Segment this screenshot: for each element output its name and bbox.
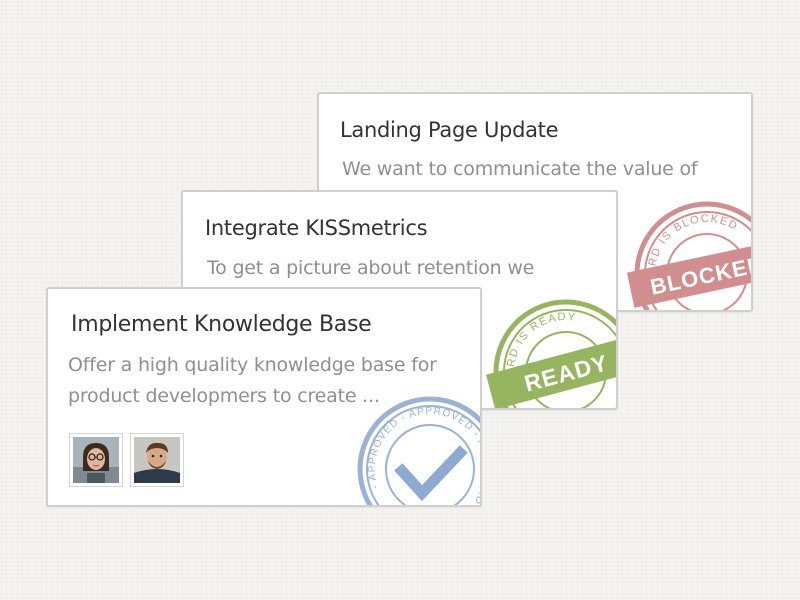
avatar-man-icon[interactable] xyxy=(130,433,184,487)
checkmark-icon xyxy=(394,445,468,502)
card-implement-knowledge-base[interactable]: Implement Knowledge Base Offer a high qu… xyxy=(46,287,482,507)
avatar-woman-icon[interactable] xyxy=(69,433,123,487)
card-description: We want to communicate the value of xyxy=(342,158,698,180)
card-title: Integrate KISSmetrics xyxy=(205,216,428,240)
ready-stamp-icon: CARD IS READY READY xyxy=(486,292,616,408)
card-title: Landing Page Update xyxy=(340,118,559,142)
card-description-line: Offer a high quality knowledge base for xyxy=(68,354,437,376)
approved-stamp-icon: - APPROVED - APPROVED - APPROVED - xyxy=(350,389,480,505)
card-title: Implement Knowledge Base xyxy=(71,312,372,337)
card-description: To get a picture about retention we xyxy=(207,257,535,279)
blocked-stamp-icon: CARD IS BLOCKED BLOCKED xyxy=(627,194,751,310)
assignee-avatars xyxy=(69,433,184,487)
